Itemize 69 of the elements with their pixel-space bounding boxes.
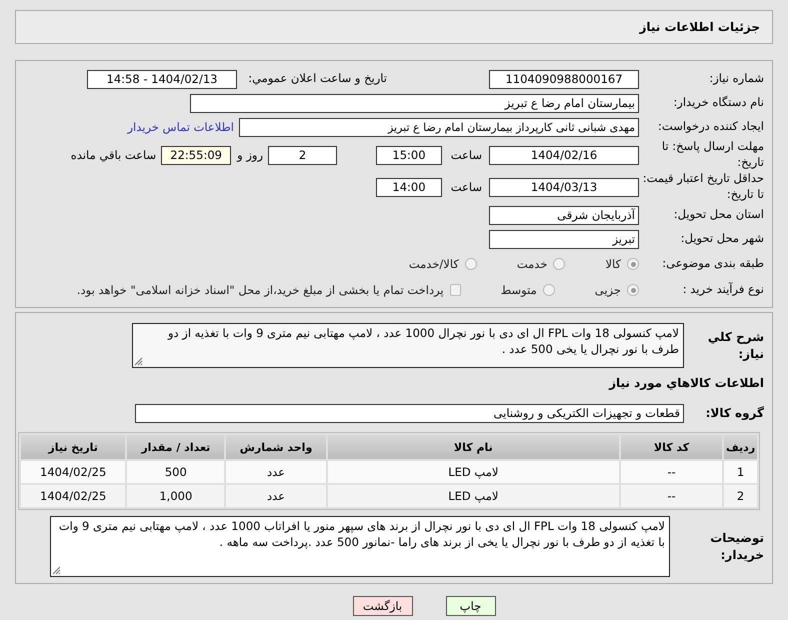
field-label: نوع فرآیند خرید :: [682, 282, 765, 298]
buyer-contact-link[interactable]: اطلاعات تماس خریدار: [127, 120, 234, 134]
table-cell: 1404/02/25: [21, 461, 126, 484]
section-heading: اطلاعات کالاهاي مورد نياز: [609, 376, 765, 390]
time-label: ساعت: [450, 148, 482, 162]
days-field: 2: [268, 146, 337, 164]
days-label: روز و: [237, 148, 263, 162]
column-header: تاریخ نیاز: [21, 435, 126, 460]
announce-date-field: 1404/02/13 - 14:58: [87, 70, 237, 88]
deadline-time-field: 15:00: [376, 146, 442, 164]
option-label: کالا: [605, 257, 621, 271]
resize-grip-icon[interactable]: [134, 357, 143, 366]
creator-field: مهدی شبانی ثانی کارپرداز بیمارستان امام رضا ع تبریز: [239, 118, 639, 136]
page-title: جزئیات اطلاعات نیاز: [639, 20, 760, 34]
field-label: شرح کلي نياز:: [706, 329, 765, 362]
column-header: کد کالا: [620, 435, 722, 460]
radio-button[interactable]: [542, 284, 555, 296]
field-label: شهر محل تحویل:: [680, 231, 765, 247]
table-cell: 1: [724, 461, 757, 484]
option-label: جزیی: [594, 283, 621, 297]
goods-group-field: قطعات و تجهیزات الکتریکی و روشنایی: [135, 404, 684, 423]
validity-date-field: 1404/03/13: [489, 178, 639, 196]
remaining-time-field: 22:55:09: [161, 146, 232, 164]
buyer-notes-field: لامپ کنسولی 18 وات FPL ال ای دی با نور نچرال از برند های سپهر منور یا افراتاب 1000 عدد ، لامپ مهتابی نیم متری 9 وات با تغذیه از دو طرف با نور نچرال یا یخی از برند های راما -نمانور 500 عدد .پرداخت سه ماهه .: [50, 516, 670, 578]
field-label: شماره نیاز:: [708, 71, 765, 87]
back-button[interactable]: بازگشت: [352, 596, 412, 616]
table-cell: 2: [724, 485, 757, 508]
print-button[interactable]: چاپ: [446, 596, 496, 616]
column-header: واحد شمارش: [226, 435, 326, 460]
column-header: ردیف: [724, 435, 757, 460]
table-cell: لامپ LED: [328, 485, 619, 508]
table-cell: عدد: [226, 461, 326, 484]
table-cell: --: [620, 485, 722, 508]
field-label: حداقل تاریخ اعتبار قیمت: تا تاریخ:: [642, 171, 765, 203]
province-field: آذربایجان شرقی: [489, 206, 639, 224]
field-label: ایجاد کننده درخواست:: [657, 119, 765, 135]
table-cell: 1,000: [127, 485, 224, 508]
option-label: متوسط: [500, 283, 537, 297]
field-label: تاریخ و ساعت اعلان عمومي:: [247, 71, 388, 87]
table-cell: عدد: [226, 485, 326, 508]
checkbox[interactable]: [450, 284, 461, 296]
option-label: خدمت: [516, 257, 548, 271]
radio-button[interactable]: [464, 258, 477, 270]
city-field: تبریز: [489, 230, 639, 248]
field-label: توضیحات خریدار:: [709, 530, 765, 563]
payment-note: پرداخت تمام یا بخشی از مبلغ خرید،از محل "اسناد خزانه اسلامی" خواهد بود.: [76, 283, 444, 297]
field-label: استان محل تحویل:: [672, 207, 765, 223]
radio-button[interactable]: [627, 258, 639, 270]
table-cell: لامپ LED: [328, 461, 619, 484]
table-cell: --: [620, 461, 722, 484]
option-label: کالا/خدمت: [408, 257, 459, 271]
buyer-org-field: بیمارستان امام رضا ع تبریز: [190, 94, 639, 112]
validity-time-field: 14:00: [376, 178, 442, 196]
need-number-field: 1104090988000167: [489, 70, 639, 88]
table-cell: 500: [127, 461, 224, 484]
column-header: تعداد / مقدار: [127, 435, 224, 460]
remaining-label: ساعت باقي مانده: [70, 148, 156, 162]
field-label: گروه کالا:: [704, 404, 765, 422]
deadline-date-field: 1404/02/16: [489, 146, 639, 164]
field-label: نام دستگاه خریدار:: [672, 95, 765, 111]
column-header: نام کالا: [328, 435, 619, 460]
resize-grip-icon[interactable]: [52, 566, 61, 576]
time-label: ساعت: [450, 180, 482, 194]
field-label: مهلت ارسال پاسخ: تا تاریخ:: [660, 139, 765, 171]
description-field: لامپ کنسولی 18 وات FPL ال ای دی با نور نچرال 1000 عدد ، لامپ مهتابی نیم متری 9 وات با تغذیه از دو طرف با نور نچرال یا یخی 500 عدد .: [132, 323, 684, 368]
table-cell: 1404/02/25: [21, 485, 126, 508]
radio-button[interactable]: [627, 284, 639, 296]
radio-button[interactable]: [553, 258, 566, 270]
field-label: طبقه بندی موضوعی:: [661, 256, 765, 272]
